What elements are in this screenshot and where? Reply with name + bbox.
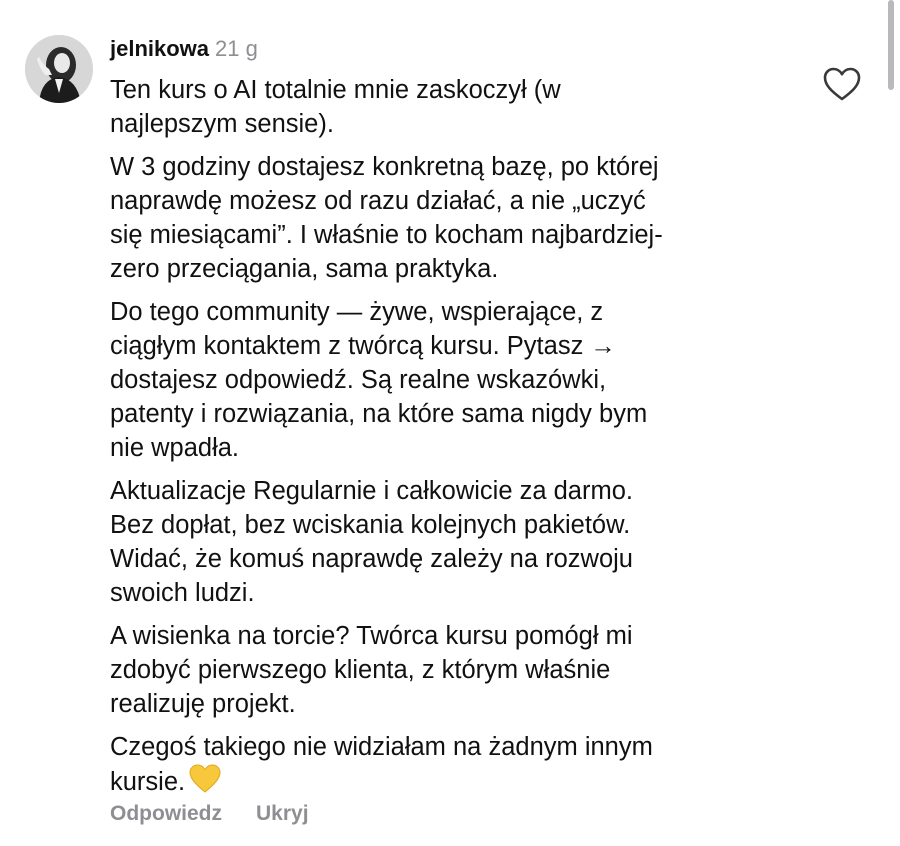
comment-paragraph: Do tego community — żywe, wspierające, z…: [110, 298, 648, 462]
scrollbar[interactable]: [888, 0, 894, 90]
avatar[interactable]: [25, 35, 93, 103]
yellow-heart-icon: [189, 764, 221, 803]
comment-last-paragraph: Czegoś takiego nie widziałam na żadnym i…: [110, 730, 770, 803]
comment-header: jelnikowa 21 g: [110, 36, 258, 62]
username[interactable]: jelnikowa: [110, 36, 209, 61]
comment: jelnikowa 21 g Ten kurs o AI totalnie mni…: [0, 0, 900, 846]
comment-actions: Odpowiedz Ukryj: [110, 802, 309, 826]
comment-paragraph: Aktualizacje Regularnie i całkowicie za …: [110, 477, 633, 607]
comment-paragraph: Ten kurs o AI totalnie mnie zaskoczył (w…: [110, 76, 561, 138]
avatar-photo-icon: [25, 35, 93, 103]
reply-button[interactable]: Odpowiedz: [110, 802, 222, 825]
heart-outline-icon: [823, 67, 861, 101]
comment-time: 21 g: [215, 36, 258, 61]
hide-button[interactable]: Ukryj: [256, 802, 309, 825]
comment-body: Ten kurs o AI totalnie mnie zaskoczył (w…: [110, 73, 770, 812]
like-button[interactable]: [822, 66, 862, 102]
comment-paragraph: W 3 godziny dostajesz konkretną bazę, po…: [110, 153, 663, 283]
comment-paragraph: A wisienka na torcie? Twórca kursu pomóg…: [110, 622, 633, 718]
